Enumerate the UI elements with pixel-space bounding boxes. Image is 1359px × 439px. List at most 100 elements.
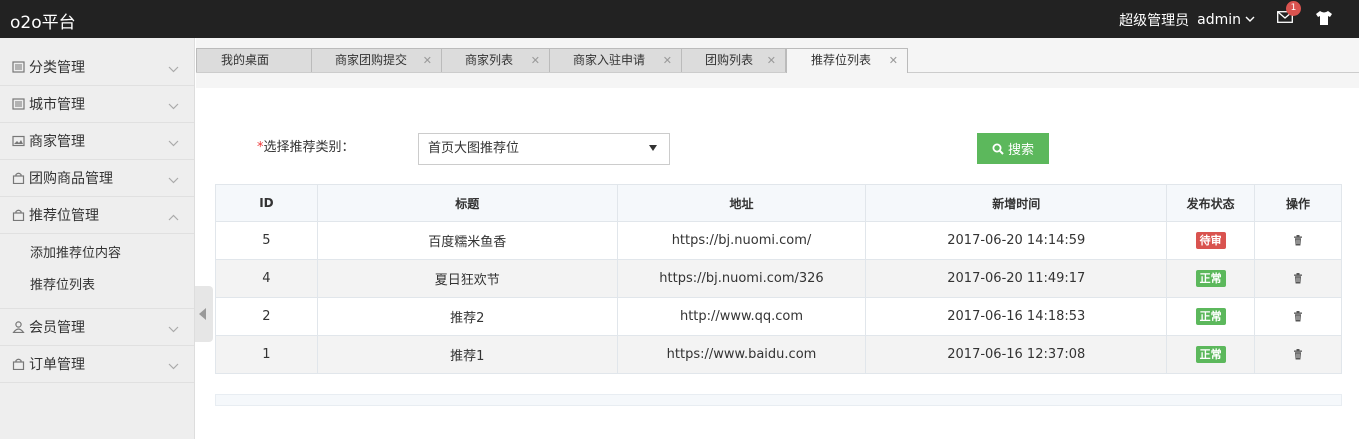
tab-4[interactable]: 团购列表 ✕ <box>680 48 786 72</box>
cell-status: 正常 <box>1166 259 1256 298</box>
user-role: 超级管理员 <box>1119 13 1190 29</box>
status-badge[interactable]: 正常 <box>1195 270 1226 287</box>
sidebar-menu: 分类管理城市管理商家管理团购商品管理 推荐位管理添加推荐位内容 推荐位列表会员管理订… <box>0 49 194 383</box>
sidebar-item-label: 商家管理 <box>29 134 85 150</box>
sidebar-item-3[interactable]: 团购商品管理 <box>0 160 194 197</box>
table-footer <box>215 394 1342 406</box>
sidebar-item-6[interactable]: 订单管理 <box>0 346 194 383</box>
sidebar-item-label: 分类管理 <box>29 60 85 76</box>
close-icon[interactable]: ✕ <box>423 49 432 72</box>
sidebar-item-1[interactable]: 城市管理 <box>0 86 194 123</box>
user-menu[interactable]: 超级管理员 admin <box>1119 10 1255 30</box>
cell-title: 百度糯米鱼香 <box>316 221 618 260</box>
table-row: 2 推荐2 http://www.qq.com 2017-06-16 14:18:53… <box>215 297 1342 336</box>
tab-label: 团购列表 <box>705 53 754 67</box>
sidebar-item-label: 团购商品管理 <box>29 171 113 187</box>
sidebar-submenu: 添加推荐位内容 推荐位列表 <box>0 234 194 309</box>
cell-created-time: 2017-06-16 14:18:53 <box>865 297 1168 336</box>
tab-0[interactable]: 我的桌面 <box>196 48 312 72</box>
header-url: 地址 <box>616 184 867 222</box>
chevron-down-icon <box>168 321 179 333</box>
header-created-time: 新增时间 <box>865 184 1168 222</box>
username: admin <box>1197 12 1241 28</box>
tab-label: 商家列表 <box>465 53 514 67</box>
cell-id: 4 <box>215 259 318 298</box>
trash-icon[interactable] <box>1293 347 1303 362</box>
cell-actions <box>1254 259 1342 298</box>
search-icon <box>992 143 1004 155</box>
cell-url: https://bj.nuomi.com/ <box>616 221 867 260</box>
trash-icon[interactable] <box>1293 309 1303 324</box>
tab-label: 商家入驻申请 <box>573 53 646 67</box>
skin-shirt-icon[interactable] <box>1315 11 1333 25</box>
close-icon[interactable]: ✕ <box>531 49 540 72</box>
tab-1[interactable]: 商家团购提交 ✕ <box>310 48 442 72</box>
trash-icon[interactable] <box>1293 233 1303 248</box>
bag-icon <box>12 209 25 222</box>
picture-icon <box>12 135 25 147</box>
sidebar-item-0[interactable]: 分类管理 <box>0 49 194 86</box>
sidebar-item-5[interactable]: 会员管理 <box>0 309 194 346</box>
close-icon[interactable]: ✕ <box>889 49 898 72</box>
featured-list-table: ID 标题 地址 新增时间 发布状态 操作 5 百度糯米鱼香 https://bj.… <box>215 184 1342 374</box>
cell-status: 待审 <box>1166 221 1256 260</box>
notification-badge: 1 <box>1286 1 1301 16</box>
sidebar-item-4[interactable]: 推荐位管理 <box>0 197 194 234</box>
header-status: 发布状态 <box>1166 184 1256 222</box>
cell-id: 5 <box>215 221 318 260</box>
top-bar: o2o平台 超级管理员 admin 1 <box>0 0 1359 38</box>
close-icon[interactable]: ✕ <box>663 49 672 72</box>
cell-actions <box>1254 221 1342 260</box>
close-icon[interactable]: ✕ <box>767 49 776 72</box>
sidebar-collapse-handle[interactable] <box>195 286 213 342</box>
sidebar-item-2[interactable]: 商家管理 <box>0 123 194 160</box>
table-row: 4 夏日狂欢节 https://bj.nuomi.com/326 2017-06-20… <box>215 259 1342 298</box>
tab-2[interactable]: 商家列表 ✕ <box>440 48 550 72</box>
category-select-value: 首页大图推荐位 <box>428 141 520 156</box>
brand-logo[interactable]: o2o平台 <box>10 8 76 33</box>
chevron-down-icon <box>168 172 179 184</box>
sidebar-item-label: 推荐位管理 <box>29 208 99 224</box>
sidebar-subitem-1[interactable]: 推荐位列表 <box>0 270 194 302</box>
status-badge[interactable]: 正常 <box>1195 346 1226 363</box>
cell-created-time: 2017-06-20 11:49:17 <box>865 259 1168 298</box>
search-button[interactable]: 搜索 <box>977 133 1049 164</box>
tab-label: 商家团购提交 <box>335 53 408 67</box>
cell-id: 1 <box>215 335 318 374</box>
chevron-up-icon <box>168 209 179 221</box>
cell-actions <box>1254 335 1342 374</box>
cell-status: 正常 <box>1166 335 1256 374</box>
bag-icon <box>12 172 25 185</box>
sidebar-subitem-0[interactable]: 添加推荐位内容 <box>0 238 194 270</box>
cell-created-time: 2017-06-16 12:37:08 <box>865 335 1168 374</box>
search-button-label: 搜索 <box>1007 142 1034 157</box>
table-row: 1 推荐1 https://www.baidu.com 2017-06-16 12:3… <box>215 335 1342 374</box>
chevron-down-icon <box>168 135 179 147</box>
table-header-row: ID 标题 地址 新增时间 发布状态 操作 <box>215 184 1342 222</box>
cell-status: 正常 <box>1166 297 1256 336</box>
sidebar-item-label: 订单管理 <box>29 357 85 373</box>
dropdown-arrow-icon <box>649 145 657 151</box>
list-icon <box>12 61 25 73</box>
tab-3[interactable]: 商家入驻申请 ✕ <box>548 48 682 72</box>
status-badge[interactable]: 正常 <box>1195 308 1226 325</box>
cell-url: https://www.baidu.com <box>616 335 867 374</box>
tab-5[interactable]: 推荐位列表 ✕ <box>786 48 908 73</box>
trash-icon[interactable] <box>1293 271 1303 286</box>
table-row: 5 百度糯米鱼香 https://bj.nuomi.com/2017-06-20 1… <box>215 221 1342 260</box>
cell-id: 2 <box>215 297 318 336</box>
status-badge[interactable]: 待审 <box>1195 232 1226 249</box>
category-filter-label: *选择推荐类别： <box>257 136 355 155</box>
sidebar-item-label: 会员管理 <box>29 320 85 336</box>
cell-title: 夏日狂欢节 <box>316 259 618 298</box>
list-icon <box>12 98 25 110</box>
header-actions: 操作 <box>1254 184 1342 222</box>
filter-label-text: 选择推荐类别： <box>263 140 355 155</box>
chevron-down-icon <box>168 61 179 73</box>
category-select[interactable]: 首页大图推荐位 <box>418 133 670 165</box>
chevron-down-icon <box>1245 15 1255 26</box>
cell-title: 推荐1 <box>316 335 618 374</box>
chevron-down-icon <box>168 98 179 110</box>
tab-label: 我的桌面 <box>221 53 270 67</box>
cell-title: 推荐2 <box>316 297 618 336</box>
